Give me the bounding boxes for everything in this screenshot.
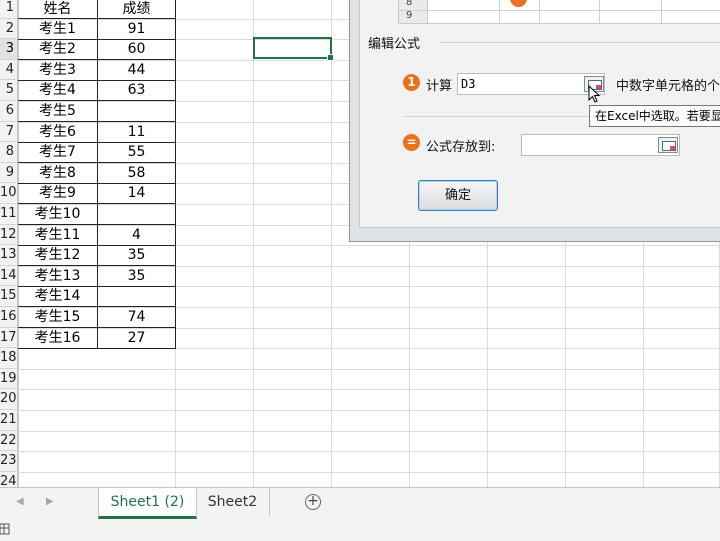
section-divider: [440, 42, 720, 43]
name-cell[interactable]: 考生11: [18, 224, 98, 246]
add-sheet-icon[interactable]: +: [305, 494, 321, 510]
scroll-right-icon[interactable]: ▶: [46, 496, 54, 507]
grid-line: [18, 430, 720, 432]
score-cell[interactable]: 60: [98, 39, 176, 61]
score-cell[interactable]: 11: [98, 121, 176, 143]
column-header-score[interactable]: 成绩: [98, 0, 176, 19]
name-cell[interactable]: 考生5: [18, 101, 98, 123]
active-cell-selection[interactable]: [253, 37, 334, 61]
scroll-left-icon[interactable]: ◀: [16, 496, 24, 507]
mouse-cursor-icon: [588, 85, 601, 103]
preview-table: 8 9: [398, 0, 720, 24]
grid-line: [18, 389, 720, 391]
score-cell[interactable]: 44: [98, 59, 176, 81]
name-cell[interactable]: 考生13: [18, 265, 98, 287]
name-cell[interactable]: 考生9: [18, 183, 98, 205]
score-cell[interactable]: 55: [98, 142, 176, 164]
ok-button[interactable]: 确定: [418, 180, 498, 211]
name-cell[interactable]: 考生1: [18, 18, 98, 40]
preview-row-number: 9: [406, 10, 413, 21]
score-cell[interactable]: 58: [98, 162, 176, 184]
name-cell[interactable]: 考生8: [18, 162, 98, 184]
grid-line: [253, 0, 254, 487]
score-cell[interactable]: 4: [98, 224, 176, 246]
row-header[interactable]: 22: [0, 430, 18, 452]
name-cell[interactable]: 考生16: [18, 327, 98, 349]
name-cell[interactable]: 考生14: [18, 286, 98, 308]
row-header[interactable]: 3: [0, 39, 18, 60]
grid-line: [18, 368, 720, 370]
row-header[interactable]: 24: [0, 471, 18, 487]
row-header[interactable]: 15: [0, 286, 18, 307]
name-cell[interactable]: 考生10: [18, 204, 98, 226]
row-header[interactable]: 8: [0, 142, 18, 163]
row-header[interactable]: 19: [0, 368, 18, 390]
step1-suffix: 中数字单元格的个数: [616, 79, 720, 94]
status-bar: [0, 519, 720, 541]
step1-label: 计算: [426, 79, 453, 94]
row-header[interactable]: 9: [0, 162, 18, 184]
row-header[interactable]: 11: [0, 204, 18, 225]
score-cell[interactable]: 74: [98, 307, 176, 329]
score-cell[interactable]: [98, 204, 176, 226]
preview-badge-icon: [510, 0, 527, 7]
grid-line: [18, 410, 720, 411]
row-header[interactable]: 12: [0, 224, 18, 246]
row-header[interactable]: 14: [0, 265, 18, 287]
row-header[interactable]: 20: [0, 389, 18, 410]
score-cell[interactable]: 35: [98, 265, 176, 287]
step2-badge-icon: =: [403, 134, 420, 151]
row-header[interactable]: 6: [0, 101, 18, 122]
row-header[interactable]: 7: [0, 121, 18, 143]
row-header[interactable]: 4: [0, 59, 18, 81]
name-cell[interactable]: 考生12: [18, 245, 98, 267]
step1-badge-icon: 1: [403, 74, 420, 91]
score-cell[interactable]: 27: [98, 327, 176, 349]
name-cell[interactable]: 考生2: [18, 39, 98, 61]
row-header[interactable]: 16: [0, 307, 18, 328]
output-cell-input[interactable]: [521, 134, 680, 156]
row-header[interactable]: 21: [0, 410, 18, 431]
score-cell[interactable]: 63: [98, 80, 176, 102]
row-header[interactable]: 1: [0, 0, 18, 19]
grid-line: [18, 471, 720, 473]
name-cell[interactable]: 考生4: [18, 80, 98, 102]
score-cell[interactable]: [98, 286, 176, 308]
row-header[interactable]: 23: [0, 451, 18, 472]
macro-record-icon[interactable]: [0, 522, 10, 536]
score-cell[interactable]: 35: [98, 245, 176, 267]
column-header-name[interactable]: 姓名: [18, 0, 98, 19]
row-header[interactable]: 10: [0, 183, 18, 204]
row-header[interactable]: 5: [0, 80, 18, 101]
name-cell[interactable]: 考生7: [18, 142, 98, 164]
row-header[interactable]: 2: [0, 18, 18, 40]
picker-tooltip: 在Excel中选取。若要显: [589, 105, 720, 127]
row-header[interactable]: 17: [0, 327, 18, 349]
sheet-tab-bar: ◀ ▶ Sheet1 (2) Sheet2 +: [0, 487, 720, 519]
score-cell[interactable]: 91: [98, 18, 176, 40]
range-input[interactable]: D3: [457, 73, 605, 95]
tab-sheet1-2[interactable]: Sheet1 (2): [98, 488, 197, 519]
tab-sheet2[interactable]: Sheet2: [196, 488, 270, 516]
section-title: 编辑公式: [368, 37, 421, 52]
row-header[interactable]: 18: [0, 348, 18, 369]
name-cell[interactable]: 考生6: [18, 121, 98, 143]
score-cell[interactable]: [98, 101, 176, 123]
grid-line: [18, 451, 720, 453]
row-header[interactable]: 13: [0, 245, 18, 266]
name-cell[interactable]: 考生15: [18, 307, 98, 329]
output-picker-icon[interactable]: [658, 137, 678, 153]
preview-row-number: 8: [406, 0, 413, 8]
grid-line: [331, 0, 332, 487]
score-cell[interactable]: 14: [98, 183, 176, 205]
step2-label: 公式存放到:: [426, 140, 496, 155]
name-cell[interactable]: 考生3: [18, 59, 98, 81]
